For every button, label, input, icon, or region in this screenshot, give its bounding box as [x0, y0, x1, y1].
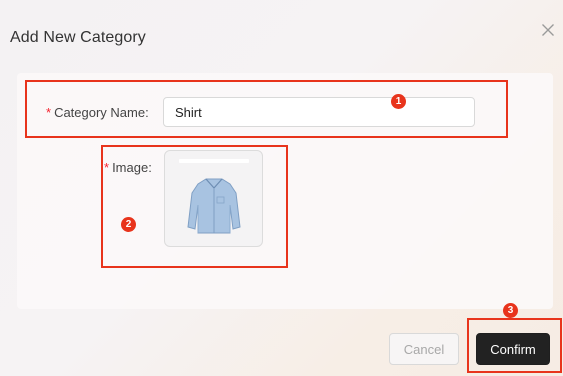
- shirt-image: [187, 178, 241, 234]
- required-asterisk: *: [46, 105, 52, 120]
- close-icon[interactable]: [540, 22, 556, 38]
- category-name-input[interactable]: [163, 97, 475, 127]
- image-label: * Image:: [104, 160, 152, 175]
- confirm-button[interactable]: Confirm: [476, 333, 550, 365]
- annotation-badge-3: 3: [503, 303, 518, 318]
- annotation-badge-2: 2: [121, 217, 136, 232]
- cancel-button[interactable]: Cancel: [389, 333, 459, 365]
- dialog-title: Add New Category: [10, 29, 146, 46]
- image-preview-bar: [179, 159, 249, 163]
- required-asterisk: *: [104, 160, 110, 175]
- image-label-text: Image:: [112, 160, 152, 175]
- add-category-dialog: Add New Category *Category Name: *Image:…: [0, 0, 563, 376]
- category-name-label-text: Category Name:: [54, 105, 149, 120]
- annotation-badge-1: 1: [391, 94, 406, 109]
- image-upload-box[interactable]: [164, 150, 263, 247]
- category-name-label: * Category Name:: [46, 105, 149, 120]
